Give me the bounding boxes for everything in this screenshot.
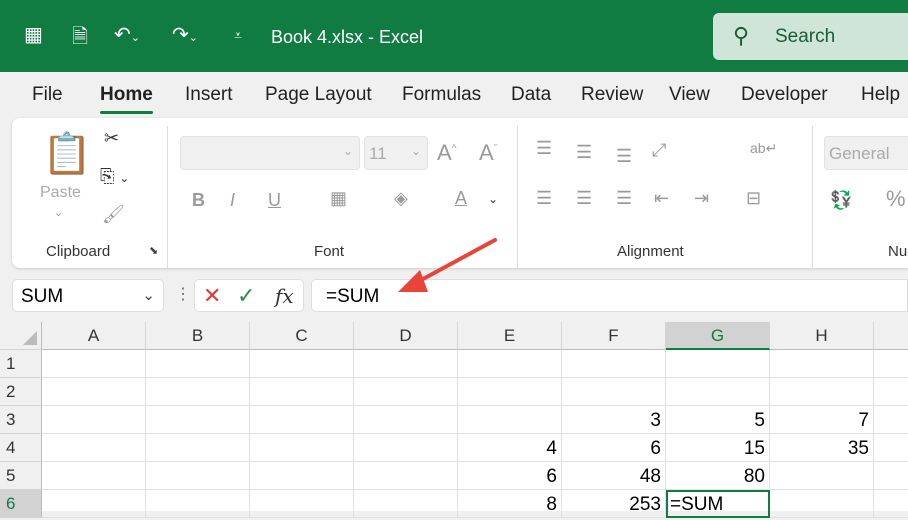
arrow-head-icon bbox=[398, 270, 428, 292]
annotation-arrow bbox=[398, 238, 497, 292]
arrow-shaft bbox=[410, 238, 497, 287]
